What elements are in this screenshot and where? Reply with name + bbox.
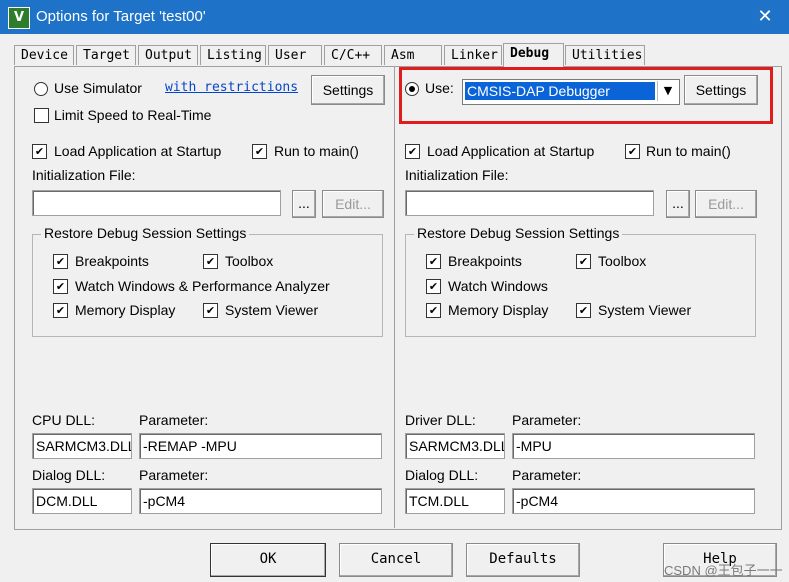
run-to-main-label-right: Run to main() [646, 143, 731, 159]
watermark-text: CSDN @王包子一一 [664, 563, 783, 578]
limit-speed-label: Limit Speed to Real-Time [54, 107, 212, 123]
watch-windows-label-right: Watch Windows [448, 278, 548, 294]
memory-display-checkbox[interactable]: ✔ [53, 303, 68, 318]
ok-button[interactable]: OK [210, 543, 326, 577]
cancel-button[interactable]: Cancel [339, 543, 453, 577]
breakpoints-checkbox-right[interactable]: ✔ [426, 254, 441, 269]
toolbox-label-right: Toolbox [598, 253, 647, 269]
toolbox-checkbox-right[interactable]: ✔ [576, 254, 591, 269]
tab-device[interactable]: Device [14, 45, 74, 65]
watch-windows-checkbox[interactable]: ✔ [53, 279, 68, 294]
restore-settings-legend-right: Restore Debug Session Settings [414, 225, 623, 241]
driver-dll-input[interactable]: SARMCM3.DLL [405, 433, 505, 459]
dialog-param-input-right[interactable]: -pCM4 [512, 488, 755, 514]
tab-listing[interactable]: Listing [200, 45, 266, 65]
breakpoints-label: Breakpoints [75, 253, 149, 269]
tab-output[interactable]: Output [138, 45, 198, 65]
tab-target[interactable]: Target [76, 45, 136, 65]
driver-param-input[interactable]: -MPU [512, 433, 755, 459]
init-file-label-right: Initialization File: [405, 167, 509, 183]
toolbox-label: Toolbox [225, 253, 274, 269]
tab-linker[interactable]: Linker [444, 45, 502, 65]
init-file-browse-button-right[interactable]: ... [666, 190, 690, 218]
dialog-param-label-right: Parameter: [512, 467, 582, 483]
defaults-button[interactable]: Defaults [466, 543, 580, 577]
cpu-dll-label: CPU DLL: [32, 412, 96, 428]
tab-utilities[interactable]: Utilities [565, 45, 645, 65]
dialog-param-input[interactable]: -pCM4 [139, 488, 382, 514]
init-file-edit-button-right[interactable]: Edit... [695, 190, 757, 218]
use-simulator-label: Use Simulator [54, 80, 142, 96]
dialog-dll-input-right[interactable]: TCM.DLL [405, 488, 505, 514]
load-app-checkbox[interactable]: ✔ [32, 144, 47, 159]
window-title: Options for Target 'test00' [36, 8, 206, 25]
system-viewer-label: System Viewer [225, 302, 319, 318]
tab-user[interactable]: User [268, 45, 322, 65]
title-bar: V Options for Target 'test00' ✕ [0, 0, 789, 34]
dialog-dll-input[interactable]: DCM.DLL [32, 488, 132, 514]
driver-dll-label: Driver DLL: [405, 412, 476, 428]
cpu-param-input[interactable]: -REMAP -MPU [139, 433, 382, 459]
memory-display-label: Memory Display [75, 302, 176, 318]
dialog-dll-label-right: Dialog DLL: [405, 467, 479, 483]
dialog-dll-label: Dialog DLL: [32, 467, 106, 483]
init-file-input[interactable] [32, 190, 281, 216]
app-icon: V [8, 7, 30, 29]
breakpoints-checkbox[interactable]: ✔ [53, 254, 68, 269]
panel-divider [394, 66, 395, 528]
tab-asm[interactable]: Asm [384, 45, 442, 65]
run-to-main-checkbox[interactable]: ✔ [252, 144, 267, 159]
watch-windows-checkbox-right[interactable]: ✔ [426, 279, 441, 294]
system-viewer-label-right: System Viewer [598, 302, 692, 318]
cpu-param-label: Parameter: [139, 412, 209, 428]
load-app-checkbox-right[interactable]: ✔ [405, 144, 420, 159]
init-file-input-right[interactable] [405, 190, 654, 216]
tab-debug[interactable]: Debug [503, 43, 564, 67]
close-icon[interactable]: ✕ [752, 6, 778, 28]
dialog-param-label: Parameter: [139, 467, 209, 483]
cpu-dll-input[interactable]: SARMCM3.DLL [32, 433, 132, 459]
tab-c-cpp[interactable]: C/C++ [324, 45, 382, 65]
toolbox-checkbox[interactable]: ✔ [203, 254, 218, 269]
init-file-browse-button[interactable]: ... [292, 190, 316, 218]
run-to-main-checkbox-right[interactable]: ✔ [625, 144, 640, 159]
simulator-settings-button[interactable]: Settings [311, 75, 385, 105]
run-to-main-label: Run to main() [274, 143, 359, 159]
use-simulator-radio[interactable] [34, 82, 48, 96]
annotation-highlight-box [399, 67, 773, 124]
init-file-edit-button[interactable]: Edit... [322, 190, 384, 218]
breakpoints-label-right: Breakpoints [448, 253, 522, 269]
load-app-label: Load Application at Startup [54, 143, 222, 159]
limit-speed-checkbox[interactable] [34, 108, 49, 123]
init-file-label: Initialization File: [32, 167, 136, 183]
load-app-label-right: Load Application at Startup [427, 143, 595, 159]
system-viewer-checkbox-right[interactable]: ✔ [576, 303, 591, 318]
system-viewer-checkbox[interactable]: ✔ [203, 303, 218, 318]
memory-display-label-right: Memory Display [448, 302, 549, 318]
watch-windows-label: Watch Windows & Performance Analyzer [75, 278, 330, 294]
restore-settings-legend: Restore Debug Session Settings [41, 225, 250, 241]
memory-display-checkbox-right[interactable]: ✔ [426, 303, 441, 318]
driver-param-label: Parameter: [512, 412, 582, 428]
with-restrictions-link[interactable]: with restrictions [165, 80, 298, 95]
